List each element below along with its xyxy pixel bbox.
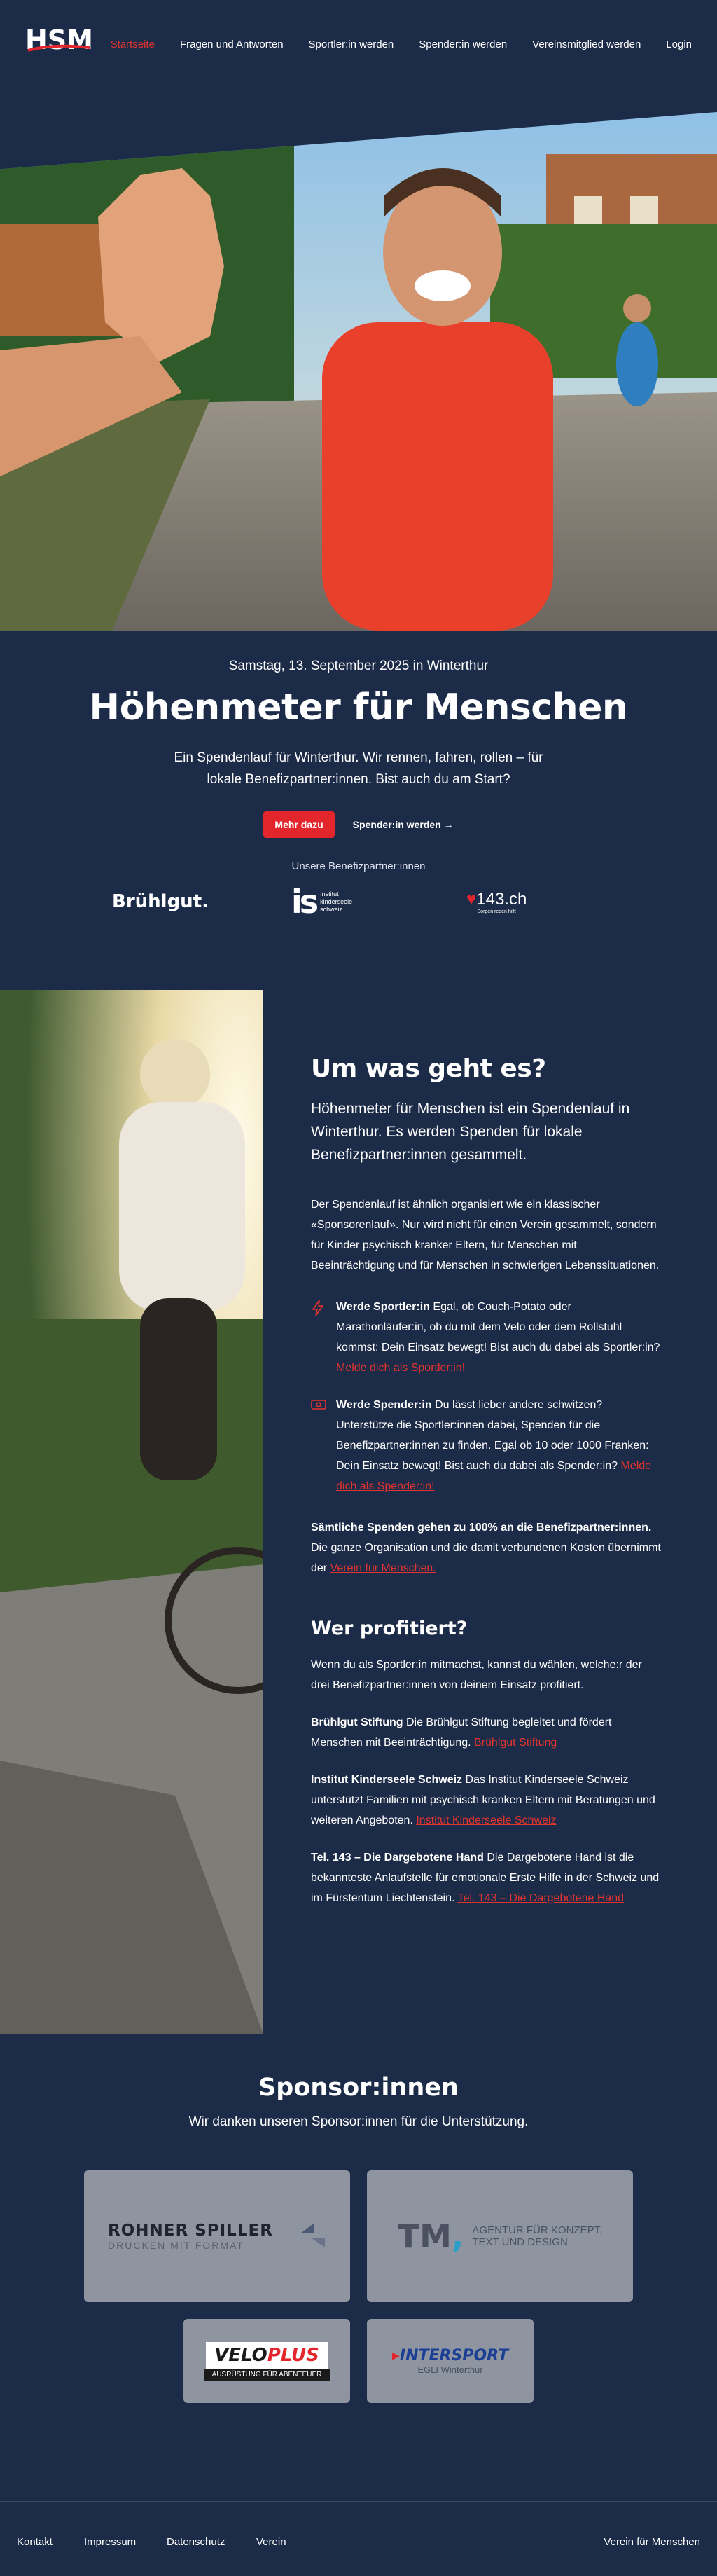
page-title: Höhenmeter für Menschen bbox=[89, 687, 628, 729]
role-donor: Werde Spender:in Du lässt lieber andere … bbox=[311, 1395, 661, 1496]
bruehlgut-link[interactable]: Brühlgut Stiftung bbox=[474, 1737, 557, 1749]
register-athlete-link[interactable]: Melde dich als Sportler:in! bbox=[336, 1362, 465, 1374]
sponsors-section: Sponsor:innen Wir danken unseren Sponsor… bbox=[0, 2074, 717, 2130]
cta-row: Mehr dazu Spender:in werden → bbox=[0, 811, 717, 838]
about-section: Um was geht es? Höhenmeter für Menschen … bbox=[311, 990, 661, 1908]
money-icon bbox=[311, 1398, 328, 1496]
nav-login[interactable]: Login bbox=[666, 39, 692, 50]
nav-home[interactable]: Startseite bbox=[111, 39, 155, 50]
footer-contact[interactable]: Kontakt bbox=[17, 2536, 53, 2548]
nav-faq[interactable]: Fragen und Antworten bbox=[180, 39, 284, 50]
tel143-link[interactable]: Tel. 143 – Die Dargebotene Hand bbox=[458, 1892, 625, 1904]
role-athlete: Werde Sportler:in Egal, ob Couch-Potato … bbox=[311, 1297, 661, 1378]
intro-section: Samstag, 13. September 2025 in Winterthu… bbox=[0, 631, 717, 935]
footer-privacy[interactable]: Datenschutz bbox=[167, 2536, 225, 2548]
profit-title: Wer profitiert? bbox=[311, 1618, 468, 1639]
cyclist-image bbox=[0, 990, 263, 2034]
footer-association[interactable]: Verein bbox=[256, 2536, 286, 2548]
site-logo[interactable]: HSM bbox=[25, 22, 93, 55]
tel143-logo[interactable]: ♥143.ch Sorgen reden hilft bbox=[466, 879, 527, 924]
kinderseele-logo[interactable]: is Institut kinderseele schweiz bbox=[291, 879, 362, 924]
about-lead: Höhenmeter für Menschen ist ein Spendenl… bbox=[311, 1101, 630, 1163]
rohner-mark-icon bbox=[300, 2223, 325, 2247]
partners-label: Unsere Benefizpartner:innen bbox=[291, 860, 426, 872]
partner-bruehlgut: Brühlgut Stiftung Die Brühlgut Stiftung … bbox=[311, 1716, 612, 1749]
main-nav: Startseite Fragen und Antworten Sportler… bbox=[111, 39, 692, 50]
donation-note: Sämtliche Spenden gehen zu 100% an die B… bbox=[311, 1522, 661, 1574]
profit-intro: Wenn du als Sportler:in mitmachst, kanns… bbox=[311, 1659, 642, 1691]
partner-logos: Brühlgut. is Institut kinderseele schwei… bbox=[0, 879, 717, 935]
event-description: Ein Spendenlauf für Winterthur. Wir renn… bbox=[174, 750, 543, 787]
nav-become-donor[interactable]: Spender:in werden bbox=[419, 39, 507, 50]
sponsor-tm[interactable]: TM, AGENTUR FÜR KONZEPT, TEXT UND DESIGN bbox=[367, 2170, 633, 2302]
sponsor-intersport[interactable]: ▸INTERSPORT EGLI Winterthur bbox=[367, 2319, 534, 2403]
about-title: Um was geht es? bbox=[311, 1054, 546, 1083]
partner-kinderseele: Institut Kinderseele Schweiz Das Institu… bbox=[311, 1774, 655, 1826]
event-date: Samstag, 13. September 2025 in Winterthu… bbox=[228, 659, 489, 673]
site-footer: Kontakt Impressum Datenschutz Verein Ver… bbox=[0, 2536, 717, 2553]
hero-image bbox=[0, 112, 717, 631]
sponsor-veloplus[interactable]: VELOPLUS AUSRÜSTUNG FÜR ABENTEUER bbox=[183, 2319, 350, 2403]
bruehlgut-logo[interactable]: Brühlgut. bbox=[112, 879, 209, 924]
become-donor-link[interactable]: Spender:in werden → bbox=[353, 819, 454, 830]
heart-icon: ♥ bbox=[466, 889, 477, 909]
association-link[interactable]: Verein für Menschen. bbox=[330, 1562, 436, 1574]
sponsors-subtitle: Wir danken unseren Sponsor:innen für die… bbox=[188, 2114, 529, 2129]
sponsors-title: Sponsor:innen bbox=[258, 2074, 459, 2102]
more-info-button[interactable]: Mehr dazu bbox=[263, 811, 335, 838]
footer-divider bbox=[0, 2501, 717, 2502]
kinderseele-link[interactable]: Institut Kinderseele Schweiz bbox=[416, 1814, 556, 1826]
site-header: HSM Startseite Fragen und Antworten Spor… bbox=[0, 0, 717, 91]
sponsor-rohner-spiller[interactable]: ROHNER SPILLER DRUCKEN MIT FORMAT bbox=[84, 2170, 350, 2302]
about-body: Der Spendenlauf ist ähnlich organisiert … bbox=[311, 1199, 660, 1272]
lightning-icon bbox=[311, 1300, 328, 1378]
nav-become-member[interactable]: Vereinsmitglied werden bbox=[532, 39, 641, 50]
nav-become-athlete[interactable]: Sportler:in werden bbox=[309, 39, 394, 50]
partner-tel143: Tel. 143 – Die Dargebotene Hand Die Darg… bbox=[311, 1852, 660, 1904]
footer-brand-link[interactable]: Verein für Menschen bbox=[604, 2536, 700, 2548]
footer-imprint[interactable]: Impressum bbox=[84, 2536, 136, 2548]
